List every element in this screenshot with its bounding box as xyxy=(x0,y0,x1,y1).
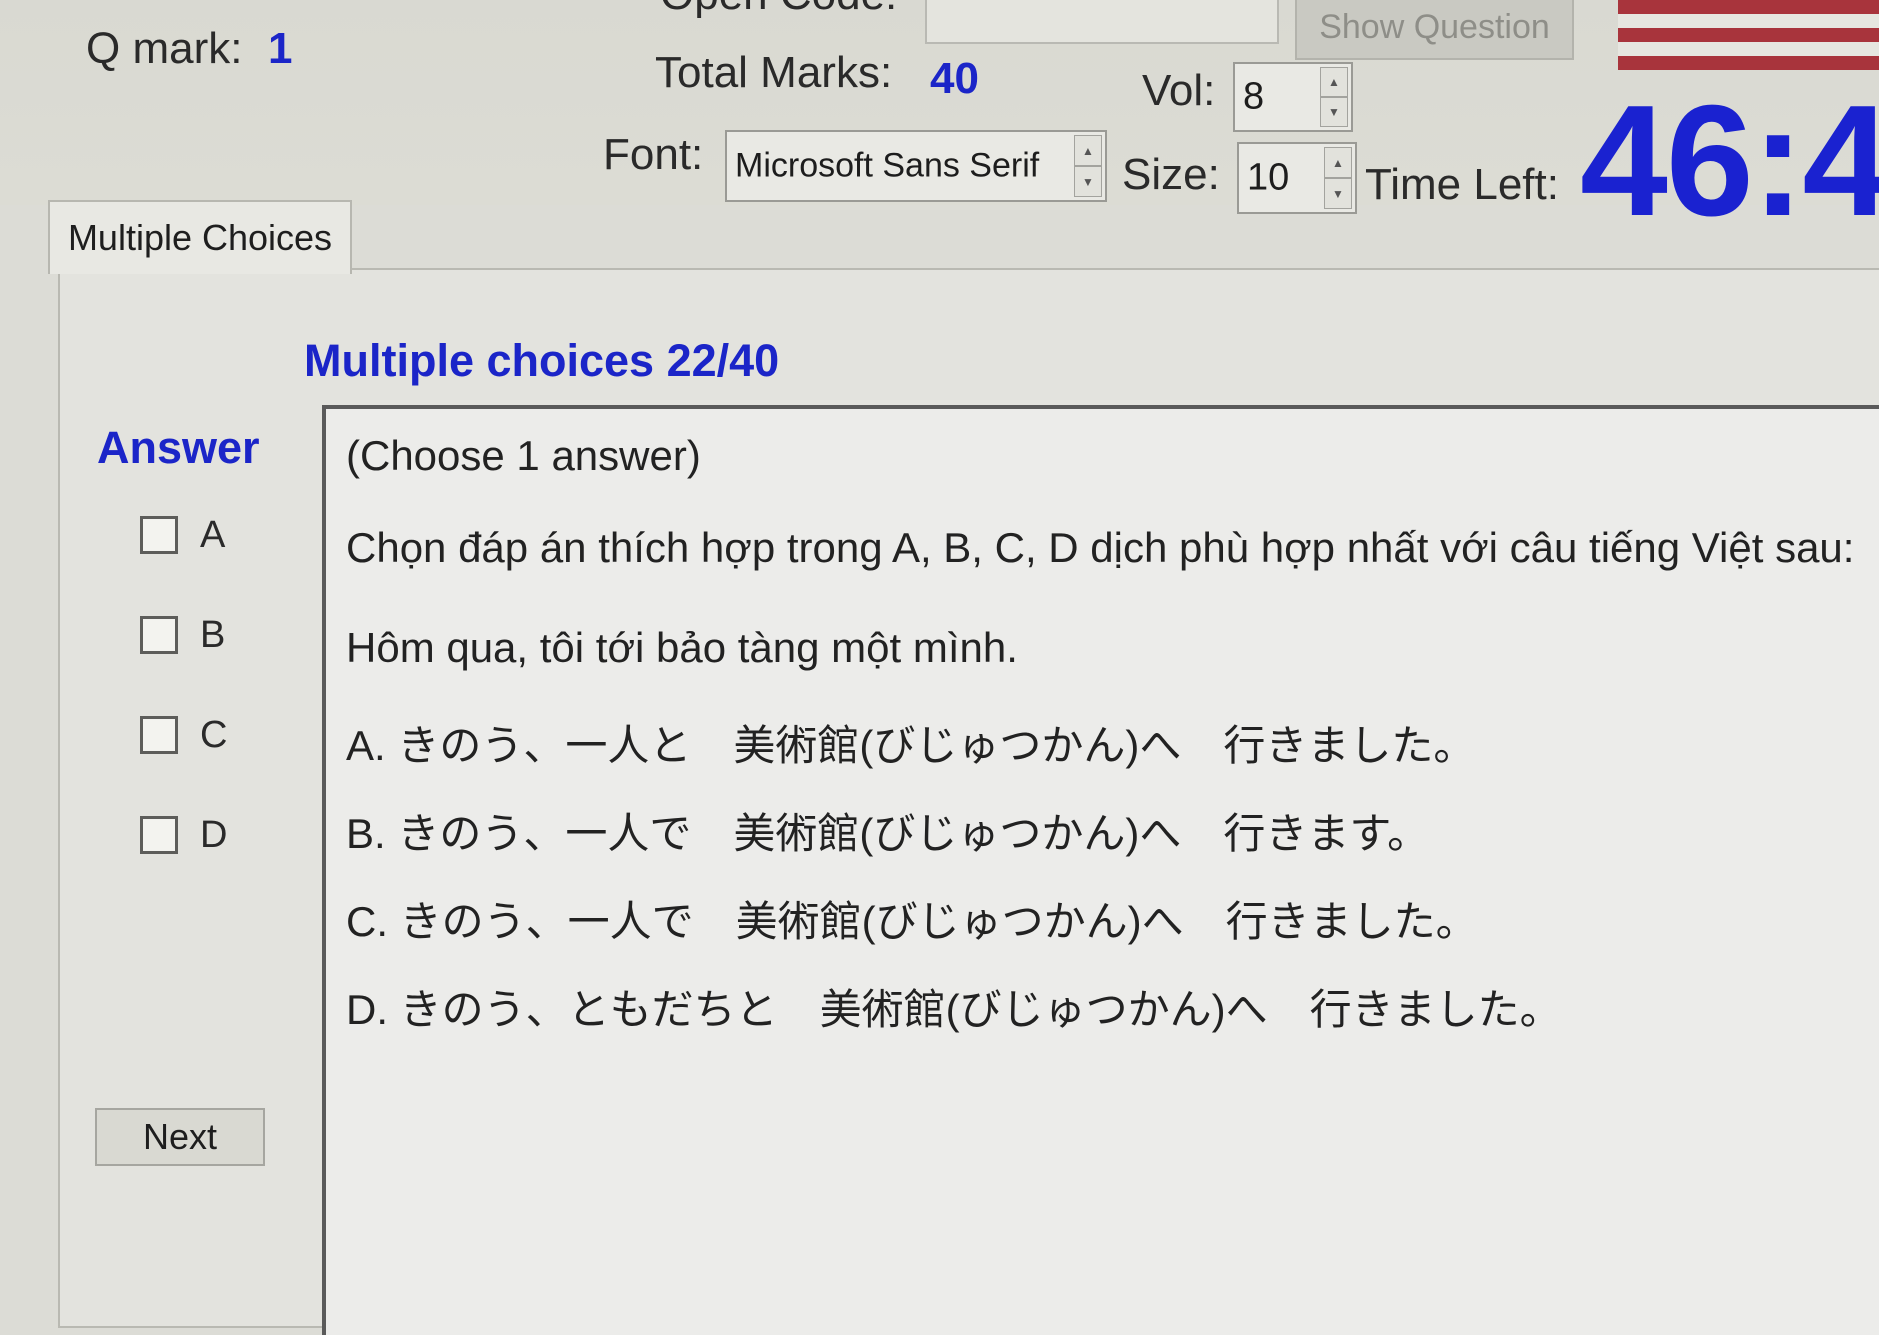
q-mark-value: 1 xyxy=(268,24,293,73)
answer-title: Answer xyxy=(97,422,260,473)
font-up-icon[interactable]: ▲ xyxy=(1074,135,1102,166)
answer-choice-a[interactable]: A xyxy=(140,510,280,560)
checkbox-b[interactable] xyxy=(140,616,178,654)
font-value: Microsoft Sans Serif xyxy=(735,146,1040,185)
vol-stepper[interactable]: 8 ▲ ▼ xyxy=(1233,62,1353,132)
size-down-icon[interactable]: ▼ xyxy=(1324,178,1352,209)
font-down-icon[interactable]: ▼ xyxy=(1074,166,1102,197)
checkbox-c[interactable] xyxy=(140,716,178,754)
question-instruction: (Choose 1 answer) xyxy=(346,432,701,479)
q-mark-label: Q mark: xyxy=(86,24,243,73)
font-label: Font: xyxy=(603,130,704,179)
option-a-text: A. きのう、一人と 美術館(びじゅつかん)へ 行きました。 xyxy=(346,722,1476,769)
time-left-label: Time Left: xyxy=(1365,160,1559,209)
tab-multiple-choices[interactable]: Multiple Choices xyxy=(48,200,352,274)
question-prompt: Chọn đáp án thích hợp trong A, B, C, D d… xyxy=(346,524,1855,571)
choice-letter: C xyxy=(200,713,228,756)
next-button[interactable]: Next xyxy=(95,1108,265,1166)
checkbox-a[interactable] xyxy=(140,516,178,554)
answer-choice-c[interactable]: C xyxy=(140,710,280,760)
vol-up-icon[interactable]: ▲ xyxy=(1320,67,1348,97)
option-b-text: B. きのう、一人で 美術館(びじゅつかん)へ 行きます。 xyxy=(346,810,1430,857)
checkbox-d[interactable] xyxy=(140,816,178,854)
flag-icon xyxy=(1618,0,1879,80)
size-stepper[interactable]: 10 ▲ ▼ xyxy=(1237,142,1357,214)
choice-letter: A xyxy=(200,513,226,556)
vol-label: Vol: xyxy=(1142,66,1216,115)
vol-value: 8 xyxy=(1243,75,1265,118)
font-select[interactable]: Microsoft Sans Serif ▲ ▼ xyxy=(725,130,1107,202)
total-marks-value: 40 xyxy=(930,54,979,103)
open-code-label: Open Code: xyxy=(660,0,897,20)
open-code-input[interactable] xyxy=(925,0,1279,44)
answer-choice-d[interactable]: D xyxy=(140,810,280,860)
question-sentence: Hôm qua, tôi tới bảo tàng một mình. xyxy=(346,624,1018,671)
size-value: 10 xyxy=(1247,156,1290,199)
choice-letter: D xyxy=(200,813,228,856)
show-question-button[interactable]: Show Question xyxy=(1295,0,1574,60)
size-up-icon[interactable]: ▲ xyxy=(1324,147,1352,178)
option-c-text: C. きのう、一人で 美術館(びじゅつかん)へ 行きました。 xyxy=(346,898,1478,945)
option-d-text: D. きのう、ともだちと 美術館(びじゅつかん)へ 行きました。 xyxy=(346,986,1562,1033)
vol-down-icon[interactable]: ▼ xyxy=(1320,97,1348,127)
section-title: Multiple choices 22/40 xyxy=(304,335,780,386)
size-label: Size: xyxy=(1122,150,1220,199)
answer-choice-b[interactable]: B xyxy=(140,610,280,660)
choice-letter: B xyxy=(200,613,226,656)
total-marks-label: Total Marks: xyxy=(655,48,893,97)
time-left-value: 46:4 xyxy=(1580,73,1879,249)
